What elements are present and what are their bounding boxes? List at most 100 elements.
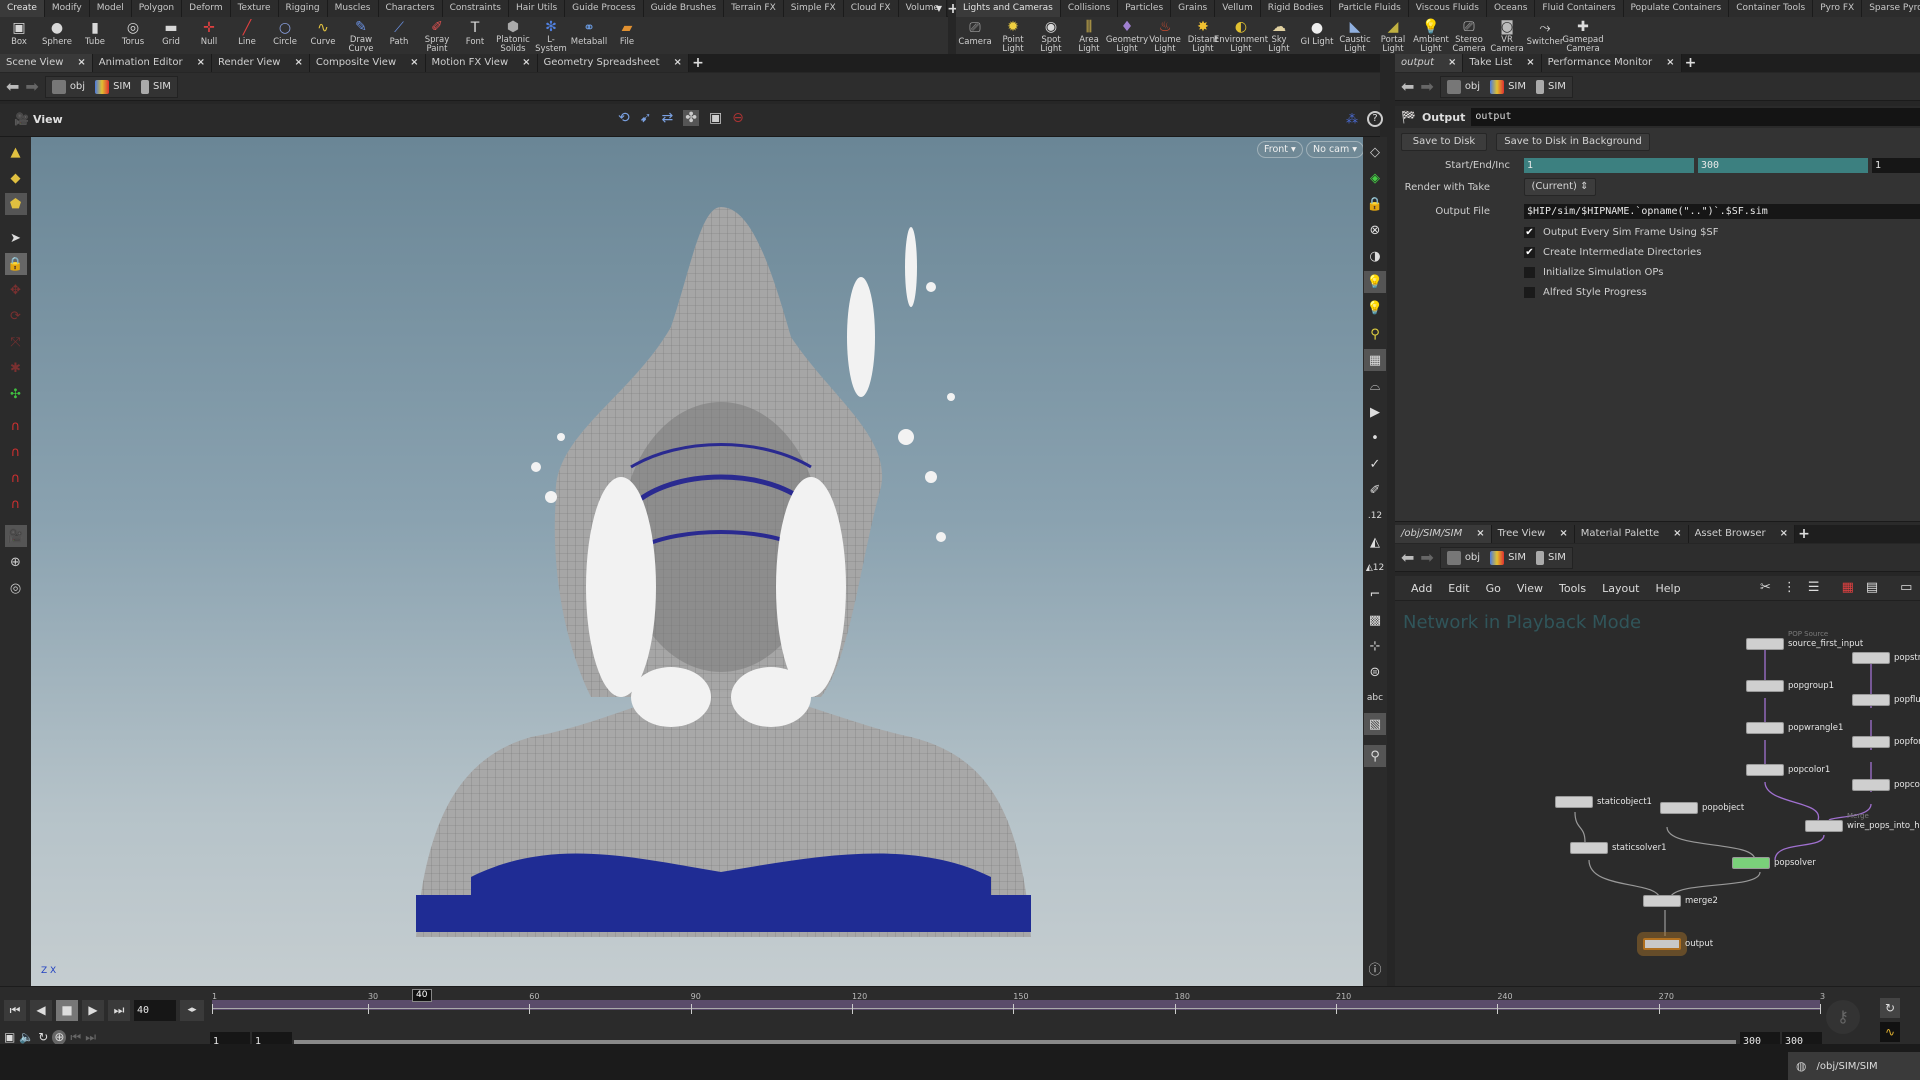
view-camera-icon[interactable]: 🎥 <box>4 525 27 547</box>
close-tab-icon[interactable]: × <box>197 54 205 72</box>
stop-button[interactable]: ■ <box>56 1000 78 1021</box>
network-node[interactable] <box>1746 680 1784 692</box>
network-node[interactable] <box>1805 820 1843 832</box>
jump-end-button[interactable]: ⏭ <box>108 1000 130 1021</box>
keyframe-key-icon[interactable]: ⚷ <box>1826 1000 1860 1034</box>
shelf-tab[interactable]: Collisions <box>1060 0 1119 17</box>
snap-curve-icon[interactable]: ∩ <box>5 441 27 463</box>
crumb-sim-2[interactable]: SIM <box>141 79 171 94</box>
crumb-sim[interactable]: SIM <box>1490 79 1526 94</box>
auto-update-icon[interactable]: ↻ <box>1880 998 1900 1018</box>
shelf-tool-area-light[interactable]: ⫼ Area Light <box>1070 17 1108 54</box>
shelf-tool-geometry-light[interactable]: ♦ Geometry Light <box>1106 17 1148 54</box>
realtime-toggle-icon[interactable]: ▣ <box>4 1030 15 1045</box>
frame-view-icon[interactable]: ▣ <box>709 110 722 126</box>
crumb-obj[interactable]: obj <box>51 79 85 94</box>
checkbox[interactable]: ✔ <box>1524 247 1535 258</box>
step-frame-buttons[interactable]: ◂▸ <box>180 1000 204 1021</box>
display-options-icon[interactable]: ⁂ <box>1346 112 1358 126</box>
checkbox[interactable] <box>1524 267 1535 278</box>
point-display-icon[interactable]: • <box>1364 427 1386 449</box>
shelf-tool-tube[interactable]: ▮ Tube <box>76 17 114 54</box>
shelf-tool-line[interactable]: ╱ Line <box>228 17 266 54</box>
jump-start-button[interactable]: ⏮ <box>4 1000 26 1021</box>
pane-tab[interactable]: Composite View × <box>309 54 426 72</box>
increment-field[interactable]: 1 <box>1872 158 1920 173</box>
network-menu-item[interactable]: Add <box>1411 582 1432 595</box>
shelf-tab[interactable]: Deform <box>182 0 231 17</box>
snap-grid-icon[interactable]: ∩ <box>5 415 27 437</box>
shelf-tab[interactable]: Polygon <box>131 0 183 17</box>
shelf-tab[interactable]: Terrain FX <box>724 0 784 17</box>
shelf-tab[interactable]: Muscles <box>327 0 379 17</box>
shelf-tab[interactable]: Container Tools <box>1729 0 1814 17</box>
network-menu-item[interactable]: Tools <box>1559 582 1586 595</box>
pin-icon[interactable]: ⚲ <box>1364 745 1386 767</box>
shelf-tool-sphere[interactable]: ● Sphere <box>38 17 76 54</box>
background-icon[interactable]: ▦ <box>1364 349 1386 371</box>
normal-display-icon[interactable]: ✓ <box>1364 453 1386 475</box>
shelf-tool-path[interactable]: ⟋ Path <box>380 17 418 54</box>
shelf-tab[interactable]: Sparse Pyro FX <box>1862 0 1920 17</box>
camera-view-icon[interactable]: ▶ <box>1364 401 1386 423</box>
next-key-icon[interactable]: ⏭ <box>85 1030 96 1045</box>
network-node[interactable] <box>1746 764 1784 776</box>
pane-tab[interactable]: Animation Editor × <box>92 54 212 72</box>
shelf-tab[interactable]: Rigid Bodies <box>1260 0 1332 17</box>
pane-tab[interactable]: /obj/SIM/SIM × <box>1395 525 1492 543</box>
network-node[interactable] <box>1852 652 1890 664</box>
shelf-menu-dropdown[interactable]: ▼ <box>930 0 948 17</box>
select-objects-icon[interactable]: ▲ <box>5 141 27 163</box>
pane-tab[interactable]: Performance Monitor × <box>1541 54 1682 72</box>
select-arrow-icon[interactable]: ➤ <box>5 227 27 249</box>
info-icon[interactable]: ⓘ <box>1364 957 1386 979</box>
close-tab-icon[interactable]: × <box>1476 525 1484 543</box>
network-menu-item[interactable]: Help <box>1656 582 1681 595</box>
shelf-tab[interactable]: Pyro FX <box>1813 0 1863 17</box>
back-arrow-icon[interactable]: ⬅ <box>1401 548 1414 567</box>
handles-icon[interactable]: ⊹ <box>1364 635 1386 657</box>
prim-normal-icon[interactable]: ◭ <box>1364 531 1386 553</box>
crumb-obj[interactable]: obj <box>1446 79 1480 94</box>
shelf-tool-l-system[interactable]: ✻ L-System <box>532 17 570 54</box>
shelf-tab[interactable]: Modify <box>44 0 90 17</box>
shelf-tool-spot-light[interactable]: ◉ Spot Light <box>1032 17 1070 54</box>
shelf-tool-box[interactable]: ▣ Box <box>0 17 38 54</box>
pane-tab[interactable]: output × <box>1395 54 1464 72</box>
global-animation-options-icon[interactable]: ⊕ <box>52 1030 67 1045</box>
render-take-select[interactable]: (Current) ⇕ <box>1524 178 1596 196</box>
network-node[interactable] <box>1660 802 1698 814</box>
close-tab-icon[interactable]: × <box>1673 525 1681 543</box>
lighting-icon[interactable]: 💡 <box>1364 271 1386 293</box>
pane-tab[interactable]: Asset Browser × <box>1688 525 1795 543</box>
network-node[interactable] <box>1852 779 1890 791</box>
shelf-tool-point-light[interactable]: ✹ Point Light <box>994 17 1032 54</box>
shelf-tool-environment-light[interactable]: ◐ Environment Light <box>1214 17 1268 54</box>
close-tab-icon[interactable]: × <box>1526 54 1534 72</box>
shelf-tool-sky-light[interactable]: ☁ Sky Light <box>1260 17 1298 54</box>
shading-icon[interactable]: ◑ <box>1364 245 1386 267</box>
back-arrow-icon[interactable]: ⬅ <box>6 77 19 96</box>
shelf-tool-portal-light[interactable]: ◢ Portal Light <box>1374 17 1412 54</box>
shelf-tool-volume-light[interactable]: ♨ Volume Light <box>1146 17 1184 54</box>
network-node[interactable] <box>1643 895 1681 907</box>
network-box-icon[interactable]: ▭ <box>1900 580 1912 595</box>
play-backward-button[interactable]: ◀ <box>30 1000 52 1021</box>
crumb-sim[interactable]: SIM <box>95 79 131 94</box>
operator-name-field[interactable]: output <box>1471 108 1920 126</box>
shelf-tab[interactable]: Particle Fluids <box>1331 0 1409 17</box>
shelf-tab[interactable]: Guide Process <box>565 0 644 17</box>
snap-magnet-icon[interactable]: ∩ <box>5 493 27 515</box>
shelf-tool-curve[interactable]: ∿ Curve <box>304 17 342 54</box>
shelf-tab[interactable]: Hair Utils <box>508 0 566 17</box>
shelf-tab[interactable]: Simple FX <box>783 0 844 17</box>
record-icon[interactable]: ⊖ <box>732 110 744 126</box>
shelf-tool-null[interactable]: ✛ Null <box>190 17 228 54</box>
shape-palette-icon[interactable]: ▤ <box>1866 580 1878 595</box>
network-node[interactable] <box>1643 938 1681 950</box>
handle-icon[interactable]: ✣ <box>5 383 27 405</box>
close-tab-icon[interactable]: × <box>77 54 85 72</box>
flipbook-icon[interactable]: ◎ <box>5 577 27 599</box>
scene-viewport[interactable]: Z X <box>31 137 1363 986</box>
shelf-tool-gi-light[interactable]: ● GI Light <box>1298 17 1336 54</box>
